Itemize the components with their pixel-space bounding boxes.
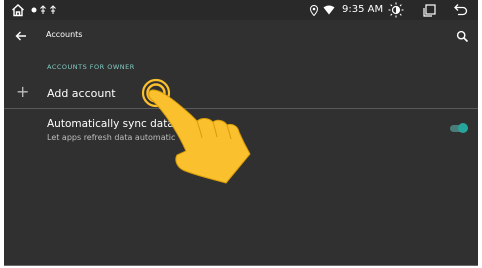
recent-windows-icon[interactable] — [422, 3, 436, 17]
add-account-label: Add account — [47, 87, 116, 100]
wifi-icon — [323, 5, 335, 15]
arrow-back-icon[interactable] — [14, 28, 28, 42]
auto-sync-toggle[interactable] — [448, 122, 468, 134]
brightness-icon[interactable] — [388, 2, 404, 18]
plus-icon: + — [16, 82, 30, 101]
back-icon[interactable] — [454, 3, 468, 17]
bottom-edge — [4, 265, 478, 266]
home-icon[interactable] — [10, 2, 26, 18]
page-title: Accounts — [46, 30, 83, 39]
notification-icons — [30, 5, 58, 15]
android-settings-screen: 9:35 AM Accounts ACCOUNTS FOR OWNER + Ad… — [4, 0, 478, 266]
status-time: 9:35 AM — [342, 4, 384, 15]
search-icon[interactable] — [456, 28, 470, 43]
location-icon — [309, 4, 319, 16]
app-toolbar: Accounts — [4, 20, 478, 50]
section-header: ACCOUNTS FOR OWNER — [47, 63, 135, 71]
toggle-thumb — [458, 123, 468, 133]
status-bar: 9:35 AM — [4, 0, 478, 20]
pointing-hand-icon — [141, 78, 251, 184]
